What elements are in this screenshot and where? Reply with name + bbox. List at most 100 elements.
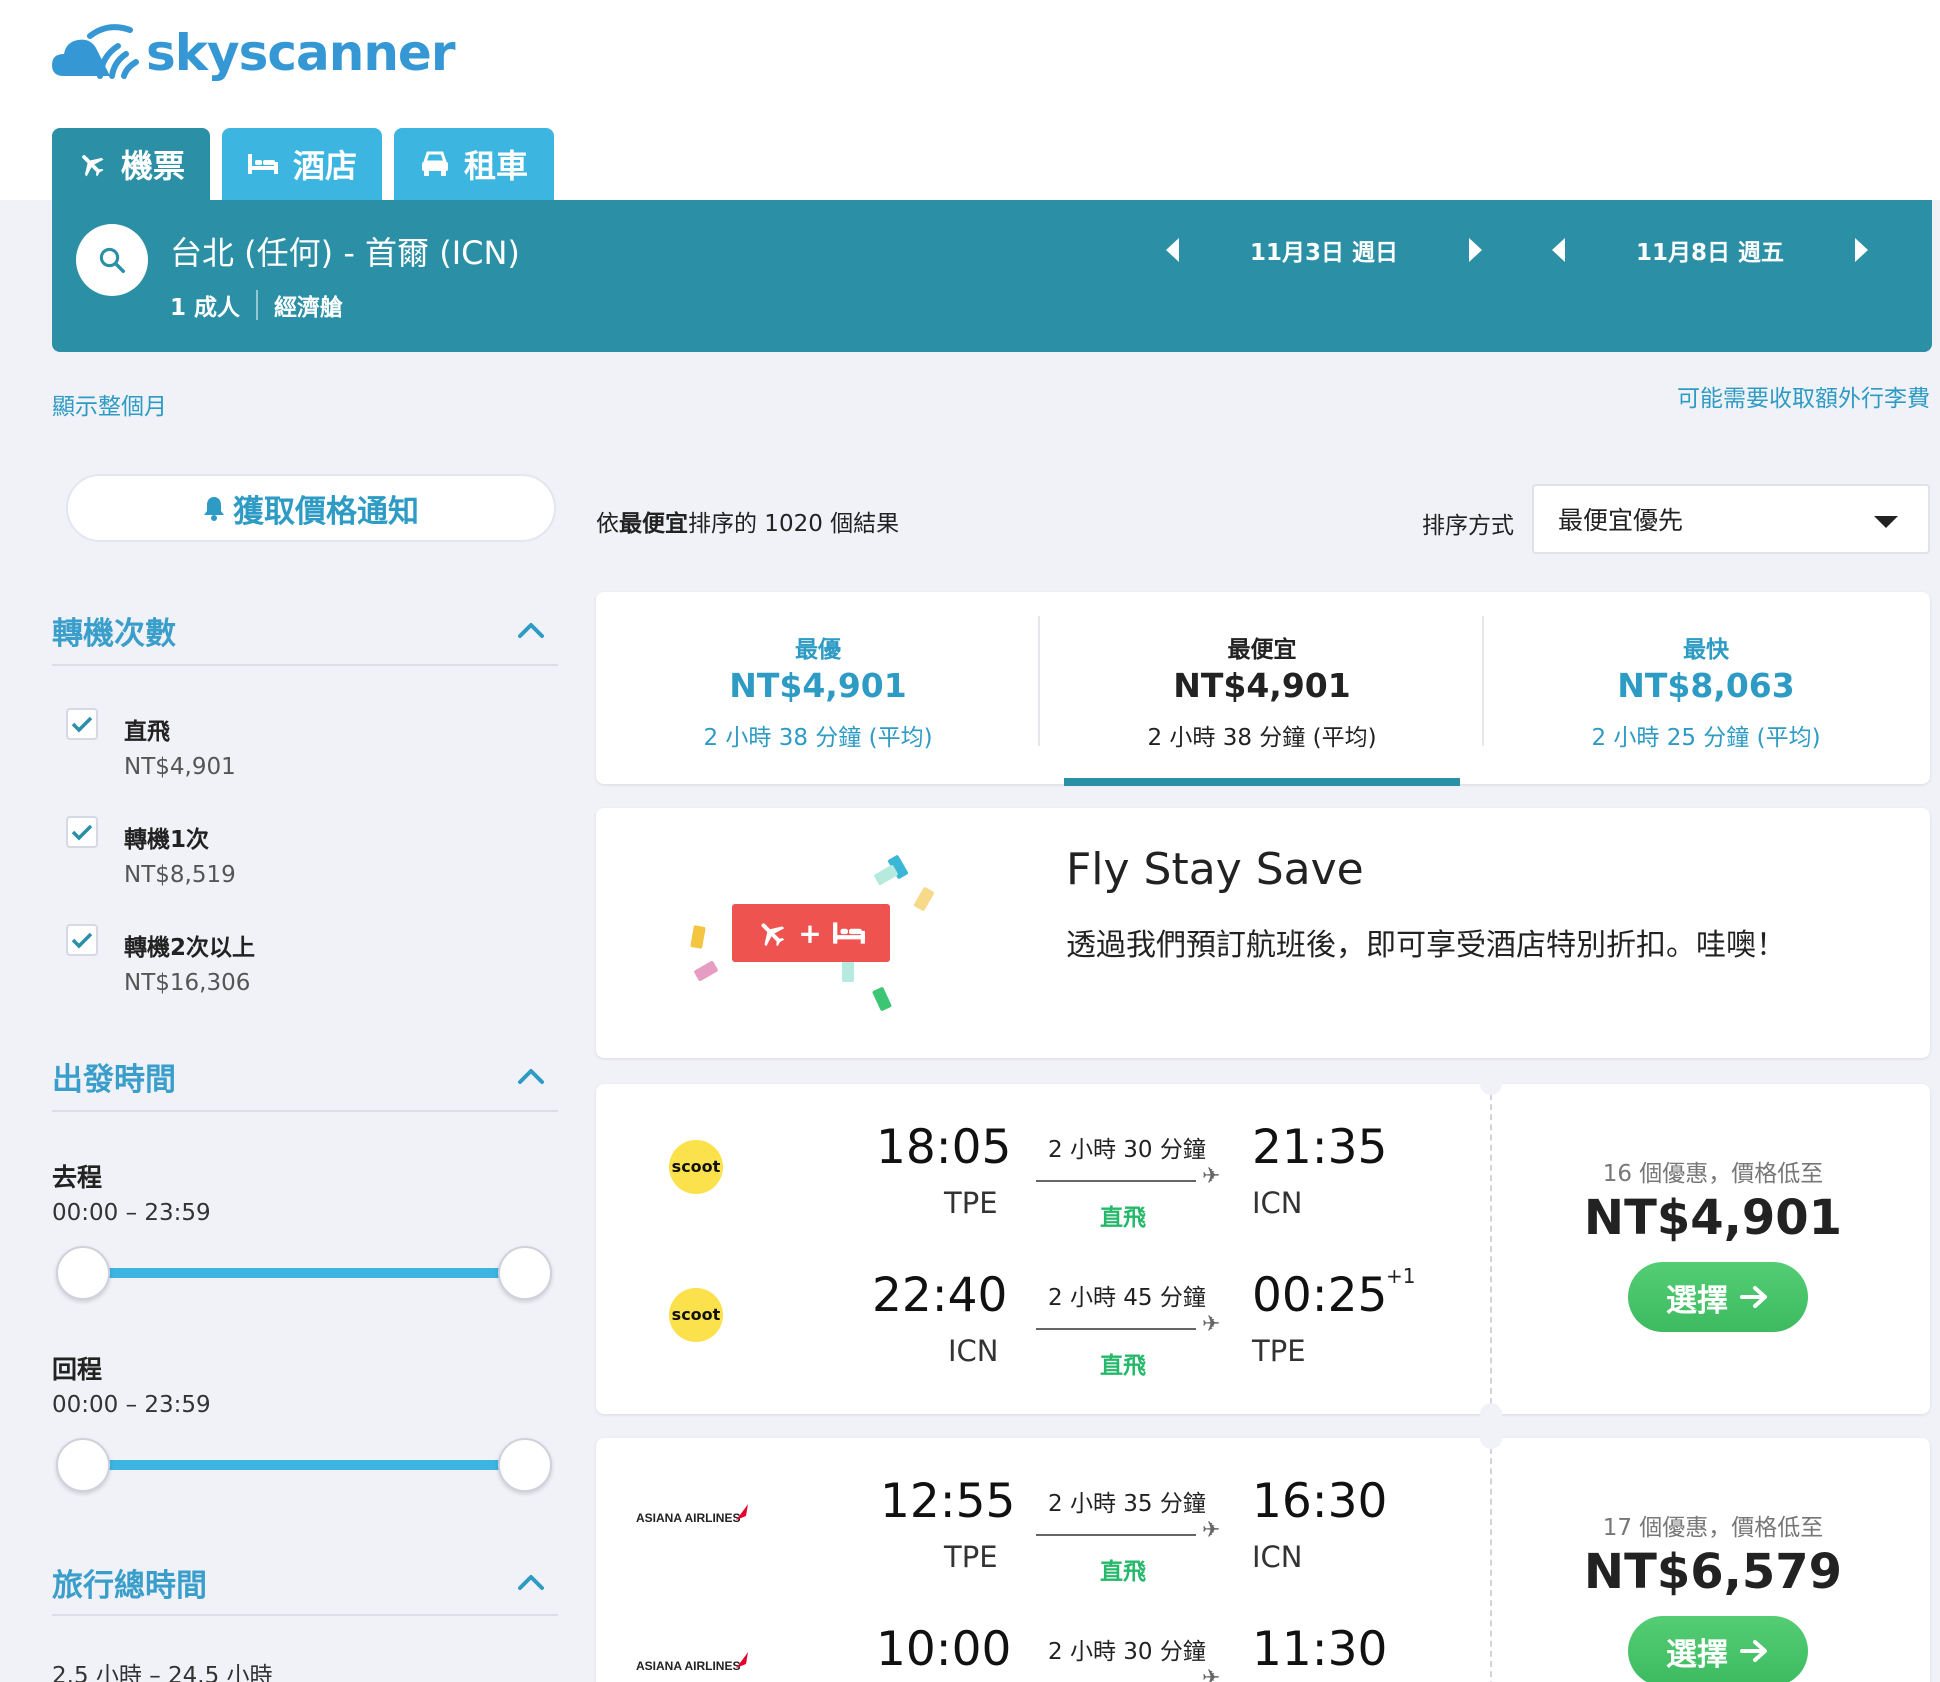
arrival-airport: ICN — [1252, 1540, 1303, 1574]
divider — [52, 1614, 558, 1616]
airline-name: scoot — [672, 1305, 721, 1324]
divider — [1490, 1448, 1492, 1682]
departure-time: 22:40 — [872, 1268, 1008, 1323]
divider — [256, 290, 259, 320]
flight-result-card[interactable]: ASIANA AIRLINES 12:55 TPE 2 小時 35 分鐘 ✈ 直… — [596, 1427, 1930, 1682]
confetti — [842, 960, 854, 982]
checkbox-two-plus-stops[interactable] — [66, 924, 98, 956]
return-date[interactable]: 11月8日 週五 — [1565, 233, 1855, 267]
tab-label: 租車 — [463, 147, 528, 185]
prev-date-icon[interactable] — [1552, 238, 1565, 262]
departure-time: 18:05 — [876, 1120, 1012, 1175]
select-flight-button[interactable]: 選擇 — [1628, 1262, 1808, 1332]
plane-icon: ✈ — [1202, 1312, 1221, 1337]
confetti — [693, 960, 719, 982]
search-summary-bar[interactable]: 台北 (任何) - 首爾 (ICN) 1 成人 經濟艙 11月3日 週日 11月… — [52, 200, 1932, 352]
summary-best[interactable]: 最優 NT$4,901 2 小時 38 分鐘 (平均) — [596, 592, 1040, 788]
tab-hotels[interactable]: 酒店 — [222, 128, 382, 200]
show-whole-month-link[interactable]: 顯示整個月 — [52, 387, 167, 421]
ticket-notch — [1480, 1403, 1502, 1425]
prev-date-icon[interactable] — [1166, 238, 1179, 262]
summary-duration: 2 小時 25 分鐘 (平均) — [1591, 725, 1821, 751]
flight-duration: 2 小時 45 分鐘 — [1048, 1285, 1206, 1311]
arrow-right-icon — [1740, 1640, 1767, 1662]
route-line — [1036, 1180, 1196, 1182]
baggage-fee-link[interactable]: 可能需要收取額外行李費 — [1677, 379, 1930, 413]
checkbox-one-stop[interactable] — [66, 816, 98, 848]
departure-airport: TPE — [944, 1540, 998, 1574]
scoot-airline-logo: scoot — [668, 1139, 724, 1199]
plane-icon: ✈ — [1202, 1164, 1221, 1189]
select-flight-button[interactable]: 選擇 — [1628, 1616, 1808, 1682]
arrival-airport: TPE — [1252, 1334, 1306, 1368]
outbound-range: 00:00 – 23:59 — [52, 1200, 211, 1226]
passenger-count: 1 成人 — [170, 295, 241, 321]
search-button[interactable] — [76, 224, 148, 296]
return-label: 回程 — [52, 1355, 103, 1384]
sort-dropdown[interactable]: 最便宜優先 — [1532, 484, 1930, 554]
chevron-up-icon[interactable] — [516, 1062, 546, 1092]
skyscanner-logo[interactable]: skyscanner — [50, 18, 456, 88]
asiana-airlines-logo: ASIANA AIRLINES — [636, 1648, 756, 1682]
bed-icon — [247, 152, 279, 176]
plus-sign: + — [798, 916, 822, 950]
stop-option-label: 直飛 — [124, 719, 170, 745]
outbound-slider-min-handle[interactable] — [56, 1246, 110, 1300]
depart-date-picker: 11月3日 週日 — [1166, 230, 1482, 270]
filter-stops-title[interactable]: 轉機次數 — [52, 608, 176, 653]
sort-summary-card: 最優 NT$4,901 2 小時 38 分鐘 (平均) 最便宜 NT$4,901… — [596, 592, 1930, 786]
summary-cheapest[interactable]: 最便宜 NT$4,901 2 小時 38 分鐘 (平均) — [1040, 592, 1484, 788]
next-date-icon[interactable] — [1855, 238, 1868, 262]
confetti — [913, 886, 935, 912]
chevron-up-icon[interactable] — [516, 616, 546, 646]
check-icon — [71, 824, 93, 841]
flight-duration: 2 小時 30 分鐘 — [1048, 1137, 1206, 1163]
summary-fastest[interactable]: 最快 NT$8,063 2 小時 25 分鐘 (平均) — [1484, 592, 1928, 788]
summary-label: 最優 — [795, 637, 841, 663]
summary-label: 最快 — [1683, 637, 1729, 663]
airline-name: scoot — [672, 1157, 721, 1176]
flight-price: NT$6,579 — [1583, 1544, 1843, 1600]
flight-duration: 2 小時 30 分鐘 — [1048, 1639, 1206, 1665]
arrival-time: 11:30 — [1252, 1622, 1388, 1677]
tab-flights[interactable]: 機票 — [52, 128, 210, 200]
results-count-prefix: 依 — [596, 511, 619, 537]
plane-icon: ✈ — [1202, 1666, 1221, 1682]
next-date-icon[interactable] — [1469, 238, 1482, 262]
bell-icon — [204, 497, 224, 521]
chevron-up-icon[interactable] — [516, 1568, 546, 1598]
cloud-sun-icon — [52, 24, 139, 79]
stops-label: 直飛 — [1100, 1559, 1146, 1585]
divider — [52, 664, 558, 666]
return-slider-max-handle[interactable] — [498, 1438, 552, 1492]
brand-name: skyscanner — [146, 24, 456, 82]
bed-icon — [832, 922, 865, 944]
return-slider-track[interactable] — [84, 1460, 526, 1470]
divider — [52, 1110, 558, 1112]
filter-duration-title[interactable]: 旅行總時間 — [52, 1560, 207, 1605]
price-alert-button[interactable]: 獲取價格通知 — [66, 474, 556, 542]
outbound-slider-track[interactable] — [84, 1268, 526, 1278]
search-icon — [99, 247, 125, 273]
stops-label: 直飛 — [1100, 1353, 1146, 1379]
next-day-indicator: +1 — [1386, 1264, 1416, 1288]
depart-date[interactable]: 11月3日 週日 — [1179, 233, 1469, 267]
select-label: 選擇 — [1666, 1636, 1728, 1673]
passenger-cabin[interactable]: 1 成人 經濟艙 — [170, 288, 343, 322]
return-slider-min-handle[interactable] — [56, 1438, 110, 1492]
caret-down-icon — [1874, 516, 1898, 528]
route-line — [1036, 1534, 1196, 1536]
tab-car-hire[interactable]: 租車 — [394, 128, 554, 200]
checkbox-direct[interactable] — [66, 708, 98, 740]
return-date-picker: 11月8日 週五 — [1552, 230, 1868, 270]
arrival-time: 21:35 — [1252, 1120, 1388, 1175]
fly-stay-save-banner[interactable]: + Fly Stay Save 透過我們預訂航班後，即可享受酒店特別折扣。哇噢！ — [596, 808, 1930, 1058]
outbound-slider-max-handle[interactable] — [498, 1246, 552, 1300]
stop-option-price: NT$16,306 — [124, 970, 251, 996]
filter-departure-times-title[interactable]: 出發時間 — [52, 1054, 176, 1099]
flight-result-card[interactable]: scoot 18:05 TPE 2 小時 30 分鐘 ✈ 直飛 21:35 IC… — [596, 1073, 1930, 1425]
route-text[interactable]: 台北 (任何) - 首爾 (ICN) — [170, 228, 520, 274]
promo-text: 透過我們預訂航班後，即可享受酒店特別折扣。哇噢！ — [1066, 928, 1786, 963]
plane-icon — [77, 149, 107, 179]
plane-icon: ✈ — [1202, 1518, 1221, 1543]
